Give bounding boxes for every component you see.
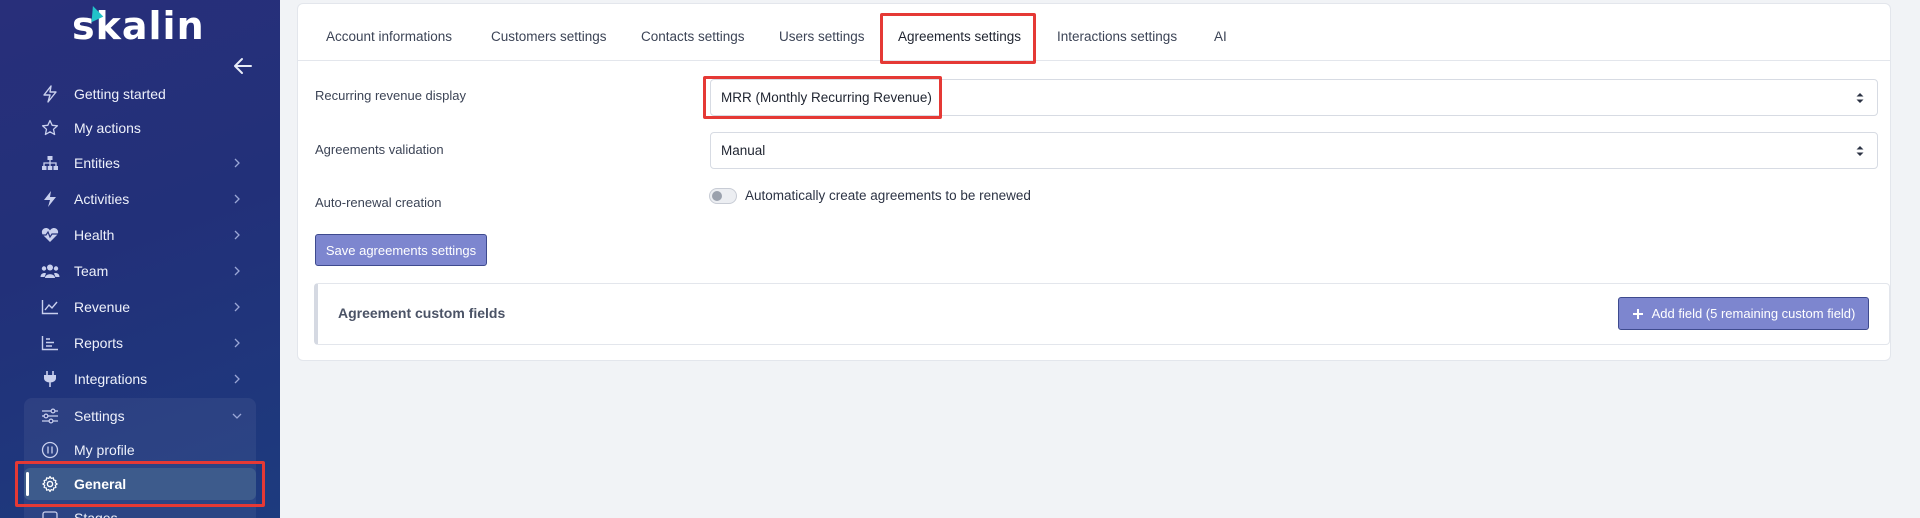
auto-renewal-toggle[interactable] bbox=[709, 188, 737, 204]
recurring-revenue-select[interactable]: MRR (Monthly Recurring Revenue) bbox=[710, 79, 1878, 116]
settings-tabs: Account informations Customers settings … bbox=[297, 3, 1891, 61]
sidebar-item-label: Entities bbox=[74, 155, 120, 171]
agreements-validation-label: Agreements validation bbox=[315, 142, 444, 157]
auto-renewal-label: Auto-renewal creation bbox=[315, 195, 442, 210]
bolt-outline-icon bbox=[38, 84, 62, 104]
sidebar-item-getting-started[interactable]: Getting started bbox=[24, 79, 256, 109]
recurring-revenue-value: MRR (Monthly Recurring Revenue) bbox=[721, 90, 932, 105]
sidebar-item-settings[interactable]: Settings bbox=[24, 401, 256, 431]
sidebar-item-label: General bbox=[74, 476, 127, 492]
star-icon bbox=[38, 118, 62, 138]
sitemap-icon bbox=[38, 153, 62, 173]
sidebar-item-team[interactable]: Team bbox=[24, 256, 256, 286]
sidebar-item-label: My profile bbox=[74, 442, 135, 458]
plug-icon bbox=[38, 369, 62, 389]
chevron-right-icon bbox=[230, 156, 244, 170]
custom-fields-title: Agreement custom fields bbox=[338, 305, 506, 321]
sidebar-item-label: Activities bbox=[74, 191, 130, 207]
save-agreements-settings-button[interactable]: Save agreements settings bbox=[315, 234, 487, 266]
bolt-icon bbox=[38, 189, 62, 209]
collapse-sidebar-button[interactable] bbox=[232, 55, 254, 77]
user-circle-icon bbox=[38, 440, 62, 460]
recurring-revenue-label: Recurring revenue display bbox=[315, 88, 467, 103]
bar-chart-icon bbox=[38, 333, 62, 353]
plus-icon bbox=[1632, 308, 1644, 320]
sidebar-item-label: Revenue bbox=[74, 299, 131, 315]
sidebar-item-label: My actions bbox=[74, 120, 141, 136]
skalin-logo[interactable]: skalin bbox=[72, 3, 212, 48]
add-field-label: Add field (5 remaining custom field) bbox=[1651, 306, 1856, 321]
users-icon bbox=[38, 261, 62, 281]
sidebar-item-label: Team bbox=[74, 263, 109, 279]
sidebar-item-my-profile[interactable]: My profile bbox=[24, 435, 256, 465]
sidebar-item-reports[interactable]: Reports bbox=[24, 328, 256, 358]
sidebar-item-entities[interactable]: Entities bbox=[24, 148, 256, 178]
heart-pulse-icon bbox=[38, 225, 62, 245]
sidebar-item-my-actions[interactable]: My actions bbox=[24, 113, 256, 143]
sidebar-item-general[interactable]: General bbox=[24, 469, 256, 499]
chevron-right-icon bbox=[230, 264, 244, 278]
tab-customers-settings[interactable]: Customers settings bbox=[491, 29, 607, 44]
add-field-button[interactable]: Add field (5 remaining custom field) bbox=[1618, 297, 1869, 330]
chevron-right-icon bbox=[230, 192, 244, 206]
tab-contacts-settings[interactable]: Contacts settings bbox=[641, 29, 745, 44]
agreements-validation-select[interactable]: Manual bbox=[710, 132, 1878, 169]
gear-icon bbox=[38, 474, 62, 494]
sidebar-item-label: Getting started bbox=[74, 86, 166, 102]
tab-users-settings[interactable]: Users settings bbox=[779, 29, 865, 44]
sidebar: skalin Getting started My actions Entiti… bbox=[0, 0, 280, 518]
tab-interactions-settings[interactable]: Interactions settings bbox=[1057, 29, 1177, 44]
sidebar-item-integrations[interactable]: Integrations bbox=[24, 364, 256, 394]
sidebar-item-health[interactable]: Health bbox=[24, 220, 256, 250]
sidebar-item-activities[interactable]: Activities bbox=[24, 184, 256, 214]
tab-agreements-settings[interactable]: Agreements settings bbox=[898, 29, 1021, 44]
chevron-right-icon bbox=[230, 336, 244, 350]
sidebar-item-label: Reports bbox=[74, 335, 124, 351]
sidebar-item-label: Settings bbox=[74, 408, 125, 424]
save-button-label: Save agreements settings bbox=[325, 242, 477, 258]
arrow-left-icon bbox=[234, 58, 252, 74]
app-root: skalin Getting started My actions Entiti… bbox=[0, 0, 1920, 518]
sidebar-item-label: Integrations bbox=[74, 371, 148, 387]
auto-renewal-toggle-label: Automatically create agreements to be re… bbox=[745, 188, 1031, 203]
sliders-icon bbox=[38, 406, 62, 426]
chevron-down-icon bbox=[230, 409, 244, 423]
chevron-right-icon bbox=[230, 228, 244, 242]
select-caret-icon bbox=[1855, 144, 1865, 158]
sidebar-item-revenue[interactable]: Revenue bbox=[24, 292, 256, 322]
stages-icon bbox=[38, 508, 62, 518]
select-caret-icon bbox=[1855, 91, 1865, 105]
sidebar-item-stages[interactable]: Stages bbox=[24, 503, 256, 518]
chevron-right-icon bbox=[230, 300, 244, 314]
sidebar-item-label: Stages bbox=[74, 510, 118, 518]
tab-account-informations[interactable]: Account informations bbox=[326, 29, 452, 44]
chevron-right-icon bbox=[230, 372, 244, 386]
tab-ai[interactable]: AI bbox=[1214, 29, 1227, 44]
line-chart-icon bbox=[38, 297, 62, 317]
agreements-validation-value: Manual bbox=[721, 143, 766, 158]
toggle-knob bbox=[712, 191, 722, 201]
sidebar-item-label: Health bbox=[74, 227, 115, 243]
